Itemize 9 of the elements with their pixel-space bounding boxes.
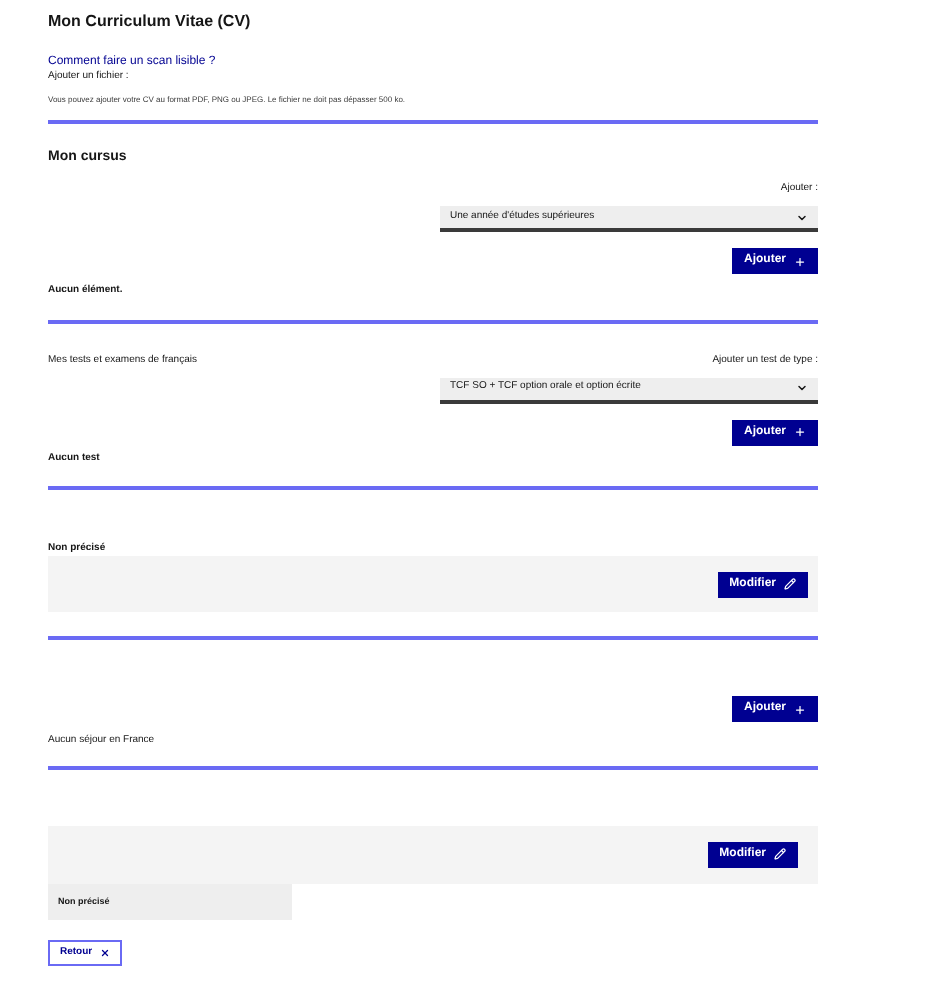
close-icon — [100, 947, 111, 958]
pencil-icon — [774, 848, 786, 861]
plus-icon — [794, 426, 806, 439]
chevron-icon — [796, 211, 808, 224]
plus-icon — [794, 255, 806, 268]
plus-icon — [794, 703, 806, 716]
pencil-icon — [784, 578, 796, 591]
chevron-icon — [796, 382, 808, 395]
section-title: Mon Curriculum Vitae (CV) — [48, 12, 253, 31]
